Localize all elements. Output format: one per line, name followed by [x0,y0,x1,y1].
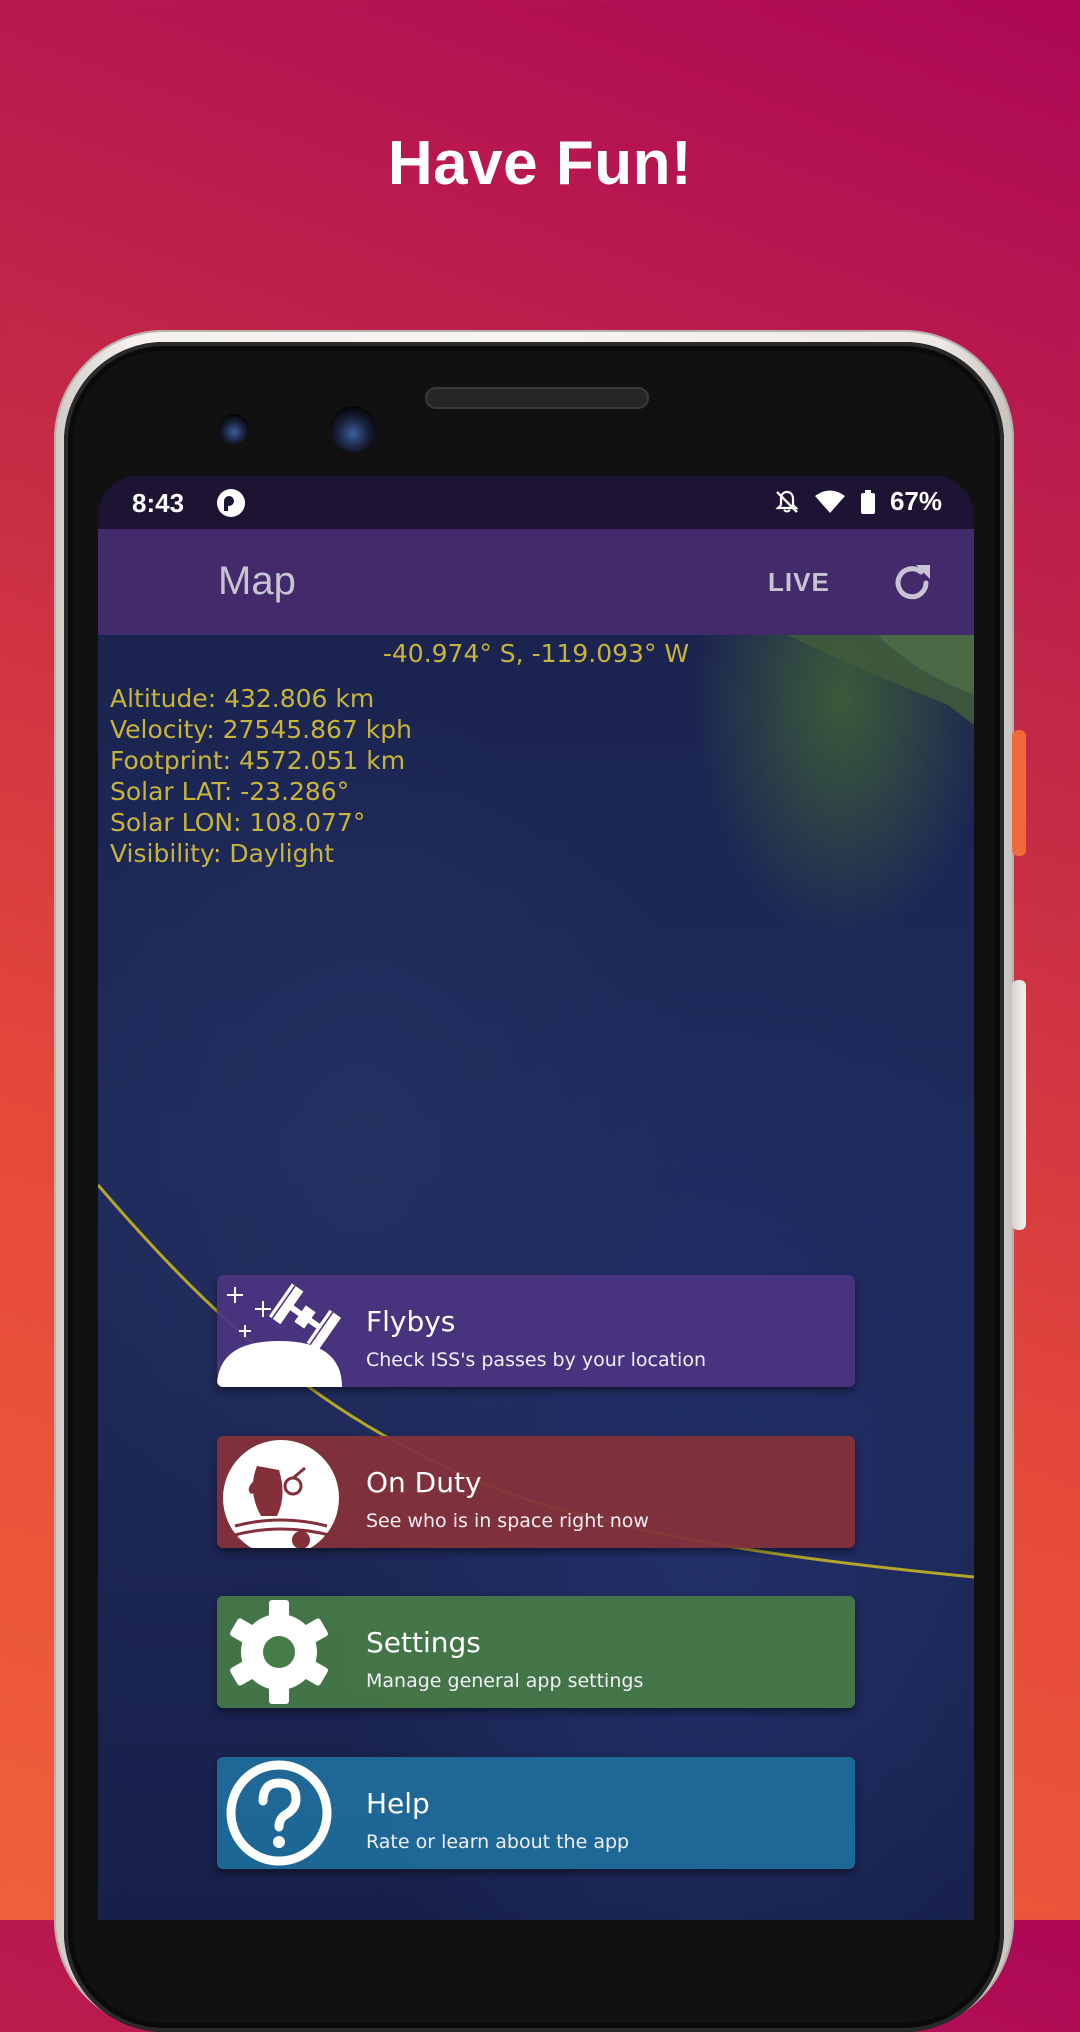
refresh-icon[interactable] [888,559,936,607]
bell-off-icon [775,490,799,513]
flybys-button[interactable]: Flybys Check ISS's passes by your locati… [217,1275,855,1387]
footprint-readout: Footprint: 4572.051 km [110,746,406,775]
iss-coordinates: -40.974° S, -119.093° W [382,639,690,668]
live-button[interactable]: LIVE [768,567,830,598]
app-screen: 8:43 67% Map LIVE -40.974° S, -119.093° … [98,476,974,1920]
velocity-readout: Velocity: 27545.867 kph [110,715,412,744]
help-button[interactable]: Help Rate or learn about the app [217,1757,855,1869]
on-duty-subtitle: See who is in space right now [366,1510,649,1532]
phone-side-button [1012,730,1026,856]
telemetry-panel: Altitude: 432.806 km Velocity: 27545.867… [110,683,412,869]
page-title: Map [218,559,296,603]
astronaut-icon [223,1440,339,1548]
flybys-title: Flybys [366,1305,456,1338]
settings-button[interactable]: Settings Manage general app settings [217,1596,855,1708]
flybys-subtitle: Check ISS's passes by your location [366,1349,706,1371]
help-subtitle: Rate or learn about the app [366,1831,630,1853]
promo-headline: Have Fun! [387,129,693,198]
iss-map[interactable]: -40.974° S, -119.093° W Altitude: 432.80… [98,635,974,1920]
solar-lon-readout: Solar LON: 108.077° [110,808,366,837]
phone-volume-button [1012,980,1026,1230]
on-duty-button[interactable]: On Duty See who is in space right now [217,1436,855,1548]
notification-app-icon [217,489,245,517]
battery-icon [860,489,875,514]
altitude-readout: Altitude: 432.806 km [110,684,375,713]
wifi-icon [814,490,845,513]
phone-speaker [425,387,649,409]
settings-title: Settings [366,1626,481,1659]
help-title: Help [366,1787,430,1820]
question-icon [226,1760,332,1866]
battery-level: 67% [889,486,942,516]
visibility-readout: Visibility: Daylight [110,839,335,868]
solar-lat-readout: Solar LAT: -23.286° [110,777,350,806]
gear-icon [230,1600,328,1704]
phone-sensor [219,414,249,444]
iss-flyby-icon [217,1283,342,1387]
phone-camera [330,406,376,452]
on-duty-title: On Duty [366,1466,482,1499]
settings-subtitle: Manage general app settings [366,1670,644,1692]
status-bar: 8:43 67% [98,476,974,529]
app-bar: Map LIVE [98,529,974,635]
status-time: 8:43 [132,488,185,518]
